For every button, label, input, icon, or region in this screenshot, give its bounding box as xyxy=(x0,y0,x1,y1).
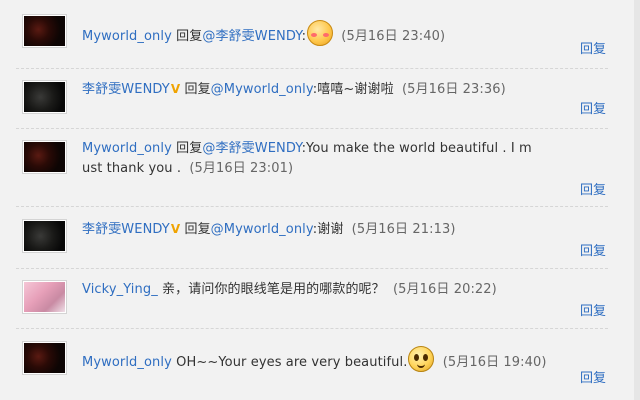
reply-button[interactable]: 回复 xyxy=(580,179,606,198)
divider xyxy=(16,328,608,329)
divider xyxy=(16,206,608,207)
username-link[interactable]: Myworld_only xyxy=(82,141,172,156)
divider xyxy=(16,128,608,129)
username-link[interactable]: 李舒雯WENDY xyxy=(82,222,170,237)
scrollbar[interactable] xyxy=(634,0,640,400)
username-link[interactable]: Vicky_Ying_ xyxy=(82,282,158,297)
message-continued: ust thank you . xyxy=(82,161,182,176)
message: You make the world beautiful . I m xyxy=(306,141,532,156)
verified-icon: V xyxy=(170,222,181,236)
mention-link[interactable]: @李舒雯WENDY xyxy=(202,141,301,156)
divider xyxy=(16,268,608,269)
reply-verb: 回复 xyxy=(184,222,211,237)
reply-verb: 回复 xyxy=(176,141,203,156)
reply-verb: 回复 xyxy=(176,29,203,44)
reply-button[interactable]: 回复 xyxy=(580,98,606,117)
comment-text: Myworld_only 回复@李舒雯WENDY:You make the wo… xyxy=(82,139,594,179)
timestamp: (5月16日 23:36) xyxy=(401,82,506,97)
message: OH~~Your eyes are very beautiful. xyxy=(176,355,408,370)
avatar[interactable] xyxy=(22,341,67,375)
smile-icon xyxy=(408,346,435,372)
timestamp: (5月16日 23:40) xyxy=(341,29,446,44)
comment-text: 李舒雯WENDYV 回复@Myworld_only:谢谢 (5月16日 21:1… xyxy=(82,219,594,240)
avatar[interactable] xyxy=(22,80,67,114)
comment-text: Myworld_only OH~~Your eyes are very beau… xyxy=(82,346,594,373)
mention-link[interactable]: @李舒雯WENDY xyxy=(202,29,301,44)
timestamp: (5月16日 21:13) xyxy=(351,222,456,237)
blush-icon xyxy=(307,20,334,46)
reply-button[interactable]: 回复 xyxy=(580,240,606,259)
comment-text: 李舒雯WENDYV 回复@Myworld_only:嘻嘻~谢谢啦 (5月16日 … xyxy=(82,79,594,100)
timestamp: (5月16日 20:22) xyxy=(392,282,497,297)
reply-verb: 回复 xyxy=(184,82,211,97)
comment-list: Myworld_only 回复@李舒雯WENDY: (5月16日 23:40) … xyxy=(0,0,640,400)
timestamp: (5月16日 19:40) xyxy=(442,355,547,370)
avatar[interactable] xyxy=(22,280,67,314)
username-link[interactable]: Myworld_only xyxy=(82,355,172,370)
reply-button[interactable]: 回复 xyxy=(580,367,606,386)
verified-icon: V xyxy=(170,82,181,96)
username-link[interactable]: Myworld_only xyxy=(82,29,172,44)
message: 谢谢 xyxy=(317,222,344,237)
message: 嘻嘻~谢谢啦 xyxy=(317,82,394,97)
divider xyxy=(16,68,608,69)
comment-text: Myworld_only 回复@李舒雯WENDY: (5月16日 23:40) xyxy=(82,20,594,47)
avatar[interactable] xyxy=(22,140,67,174)
timestamp: (5月16日 23:01) xyxy=(189,161,294,176)
mention-link[interactable]: @Myworld_only xyxy=(211,82,313,97)
mention-link[interactable]: @Myworld_only xyxy=(211,222,313,237)
avatar[interactable] xyxy=(22,219,67,253)
message: 亲，请问你的眼线笔是用的哪款的呢？ xyxy=(162,282,385,297)
reply-button[interactable]: 回复 xyxy=(580,300,606,319)
comment-text: Vicky_Ying_ 亲，请问你的眼线笔是用的哪款的呢？ (5月16日 20:… xyxy=(82,280,594,300)
username-link[interactable]: 李舒雯WENDY xyxy=(82,82,170,97)
avatar[interactable] xyxy=(22,14,67,48)
colon: : xyxy=(301,29,307,44)
reply-button[interactable]: 回复 xyxy=(580,38,606,57)
